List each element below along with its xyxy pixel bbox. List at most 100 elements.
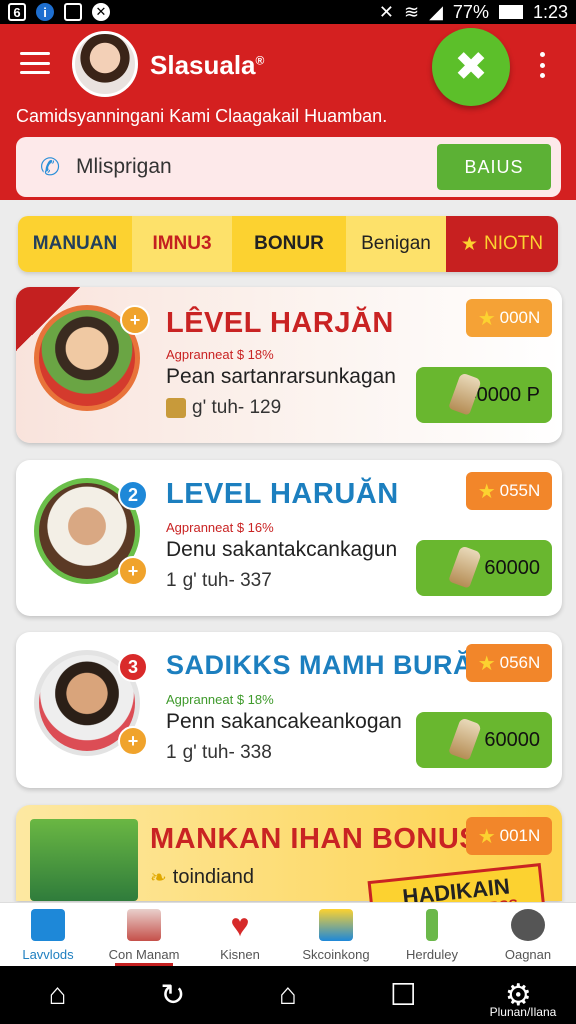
tab-benigan[interactable]: Benigan bbox=[346, 216, 446, 272]
card-subtitle: Agpranneat $ 18% bbox=[166, 347, 274, 362]
refresh-icon[interactable]: ↻ bbox=[153, 975, 193, 1015]
action-fab-button[interactable]: ✖ bbox=[432, 28, 510, 106]
header-tagline: Camidsyanningani Kami Claagakail Huamban… bbox=[16, 106, 388, 126]
price-button[interactable]: 60000 bbox=[416, 540, 552, 596]
card-description: ❧ toindiand bbox=[150, 865, 254, 890]
clock: 1:23 bbox=[532, 1, 568, 22]
level-card-2[interactable]: 2 + LEVEL HARUĂN Agpranneat $ 16% Denu s… bbox=[16, 460, 562, 616]
status-bar: 6 i ✕ ✕ ≋ ◢ 77% 1:23 bbox=[0, 0, 576, 24]
tab-niotn-label: NIOTN bbox=[483, 233, 544, 254]
star-pill-label: 056N bbox=[499, 653, 541, 672]
tab-imnu3[interactable]: IMNU3 bbox=[132, 216, 232, 272]
nav-label: Skcoinkong bbox=[302, 947, 370, 962]
star-pill-button[interactable]: ★ 001N bbox=[466, 817, 552, 855]
level-card-3[interactable]: 3 + SADIKKS MAMH BURĂN Agpranneat $ 18% … bbox=[16, 632, 562, 788]
recents-square-icon[interactable]: ☐ bbox=[383, 975, 423, 1015]
card-meta-prefix: 1 bbox=[166, 742, 177, 763]
search-input-value[interactable]: Mlisprigan bbox=[76, 155, 172, 179]
bag-icon bbox=[166, 398, 186, 418]
star-pill-label: 000N bbox=[499, 308, 541, 327]
card-meta: g' tuh- 129 bbox=[166, 397, 281, 419]
card-title: MANKAN IHAN BONUS bbox=[150, 823, 480, 855]
star-pill-button[interactable]: ★ 056N bbox=[466, 644, 552, 682]
bar-icon bbox=[426, 909, 438, 941]
number-badge: 2 bbox=[118, 480, 148, 510]
hamburger-menu-icon[interactable] bbox=[20, 52, 50, 74]
nav-item-oagnan[interactable]: Oagnan bbox=[480, 903, 576, 966]
heart-icon: ♥ bbox=[230, 907, 250, 943]
card-meta-text: g' tuh- 129 bbox=[192, 397, 282, 418]
cube-icon bbox=[319, 909, 353, 941]
bottom-navigation: Lavvlods Con Manam ♥ Kisnen Skcoinkong H… bbox=[0, 902, 576, 966]
battery-icon bbox=[498, 5, 523, 19]
price-button[interactable]: 40000 P bbox=[416, 367, 552, 423]
search-button[interactable]: BAIUS bbox=[437, 144, 551, 190]
card-meta-text: g' tuh- 338 bbox=[182, 742, 272, 763]
card-meta-prefix: 1 bbox=[166, 570, 177, 591]
star-icon: ★ bbox=[477, 307, 496, 330]
mute-icon: ✕ bbox=[378, 1, 394, 22]
wifi-icon: ≋ bbox=[403, 1, 420, 22]
nav-label: Con Manam bbox=[108, 947, 180, 962]
search-field[interactable]: ✆ Mlisprigan BAIUS bbox=[16, 137, 561, 197]
close-circle-icon: ✕ bbox=[92, 3, 110, 21]
price-label: 60000 bbox=[484, 556, 540, 579]
card-description: Penn sakancakeankogan bbox=[166, 710, 402, 733]
info-icon: i bbox=[36, 3, 54, 21]
card-photo bbox=[30, 819, 138, 901]
nav-item-herduley[interactable]: Herduley bbox=[384, 903, 480, 966]
signal-icon: ◢ bbox=[429, 1, 443, 22]
box-icon bbox=[127, 909, 161, 941]
category-tabs: MANUAN IMNU3 BONUR Benigan ★ NIOTN bbox=[18, 216, 558, 272]
nav-item-lavvlods[interactable]: Lavvlods bbox=[0, 903, 96, 966]
phone-icon: ✆ bbox=[39, 153, 61, 181]
star-pill-button[interactable]: ★ 000N bbox=[466, 299, 552, 337]
bomb-icon bbox=[511, 909, 545, 941]
nav-item-kisnen[interactable]: ♥ Kisnen bbox=[192, 903, 288, 966]
tab-bonur[interactable]: BONUR bbox=[232, 216, 346, 272]
card-description: Pean sartanrarsunkagan bbox=[166, 365, 396, 388]
card-description-text: toindiand bbox=[172, 866, 254, 888]
card-subtitle: Agpranneat $ 16% bbox=[166, 520, 274, 535]
level-card-1[interactable]: + LÊVEL HARJĂN Agpranneat $ 18% Pean sar… bbox=[16, 287, 562, 443]
star-icon: ★ bbox=[477, 825, 496, 848]
price-label: 60000 bbox=[484, 728, 540, 751]
nav-item-skcoinkong[interactable]: Skcoinkong bbox=[288, 903, 384, 966]
bottle-icon bbox=[448, 717, 482, 761]
star-pill-button[interactable]: ★ 055N bbox=[466, 472, 552, 510]
bottle-icon bbox=[448, 545, 482, 589]
nav-label: Kisnen bbox=[220, 947, 260, 962]
tab-niotn[interactable]: ★ NIOTN bbox=[446, 216, 558, 272]
sim-icon: 6 bbox=[8, 3, 26, 21]
tab-manuan[interactable]: MANUAN bbox=[18, 216, 132, 272]
gear-icon[interactable]: ⚙ Plunan/Ilana bbox=[490, 975, 557, 1020]
plus-badge-icon: + bbox=[118, 556, 148, 586]
star-icon: ★ bbox=[460, 233, 478, 255]
nav-label: Herduley bbox=[405, 947, 459, 962]
nav-item-con-manam[interactable]: Con Manam bbox=[96, 903, 192, 966]
user-avatar[interactable] bbox=[72, 31, 138, 97]
overflow-menu-icon[interactable] bbox=[536, 52, 548, 78]
home-icon[interactable]: ⌂ bbox=[38, 975, 78, 1015]
star-icon: ★ bbox=[477, 652, 496, 675]
status-right: ✕ ≋ ◢ 77% 1:23 bbox=[379, 2, 568, 23]
card-meta-text: g' tuh- 337 bbox=[182, 570, 272, 591]
system-navigation-bar: ⌂ ↻ ⌂ ☐ ⚙ Plunan/Ilana bbox=[0, 966, 576, 1024]
house-outline-icon[interactable]: ⌂ bbox=[268, 975, 308, 1015]
leaf-icon: ❧ bbox=[150, 867, 167, 889]
home-icon bbox=[31, 909, 65, 941]
app-title: Slasuala® bbox=[150, 50, 265, 80]
battery-percent: 77% bbox=[452, 1, 489, 22]
card-meta: 1 g' tuh- 337 bbox=[166, 570, 272, 592]
price-button[interactable]: 60000 bbox=[416, 712, 552, 768]
system-nav-label: Plunan/Ilana bbox=[489, 1005, 557, 1019]
card-subtitle: Agpranneat $ 18% bbox=[166, 692, 274, 707]
close-x-icon: ✖ bbox=[454, 45, 488, 89]
card-title: LÊVEL HARJĂN bbox=[166, 307, 394, 339]
nav-label: Oagnan bbox=[504, 947, 552, 962]
card-description: Denu sakantakcankagun bbox=[166, 538, 398, 561]
nav-label: Lavvlods bbox=[22, 947, 74, 962]
card-title: SADIKKS MAMH BURĂN bbox=[166, 650, 493, 680]
star-pill-label: 001N bbox=[499, 826, 541, 845]
card-meta: 1 g' tuh- 338 bbox=[166, 742, 272, 764]
